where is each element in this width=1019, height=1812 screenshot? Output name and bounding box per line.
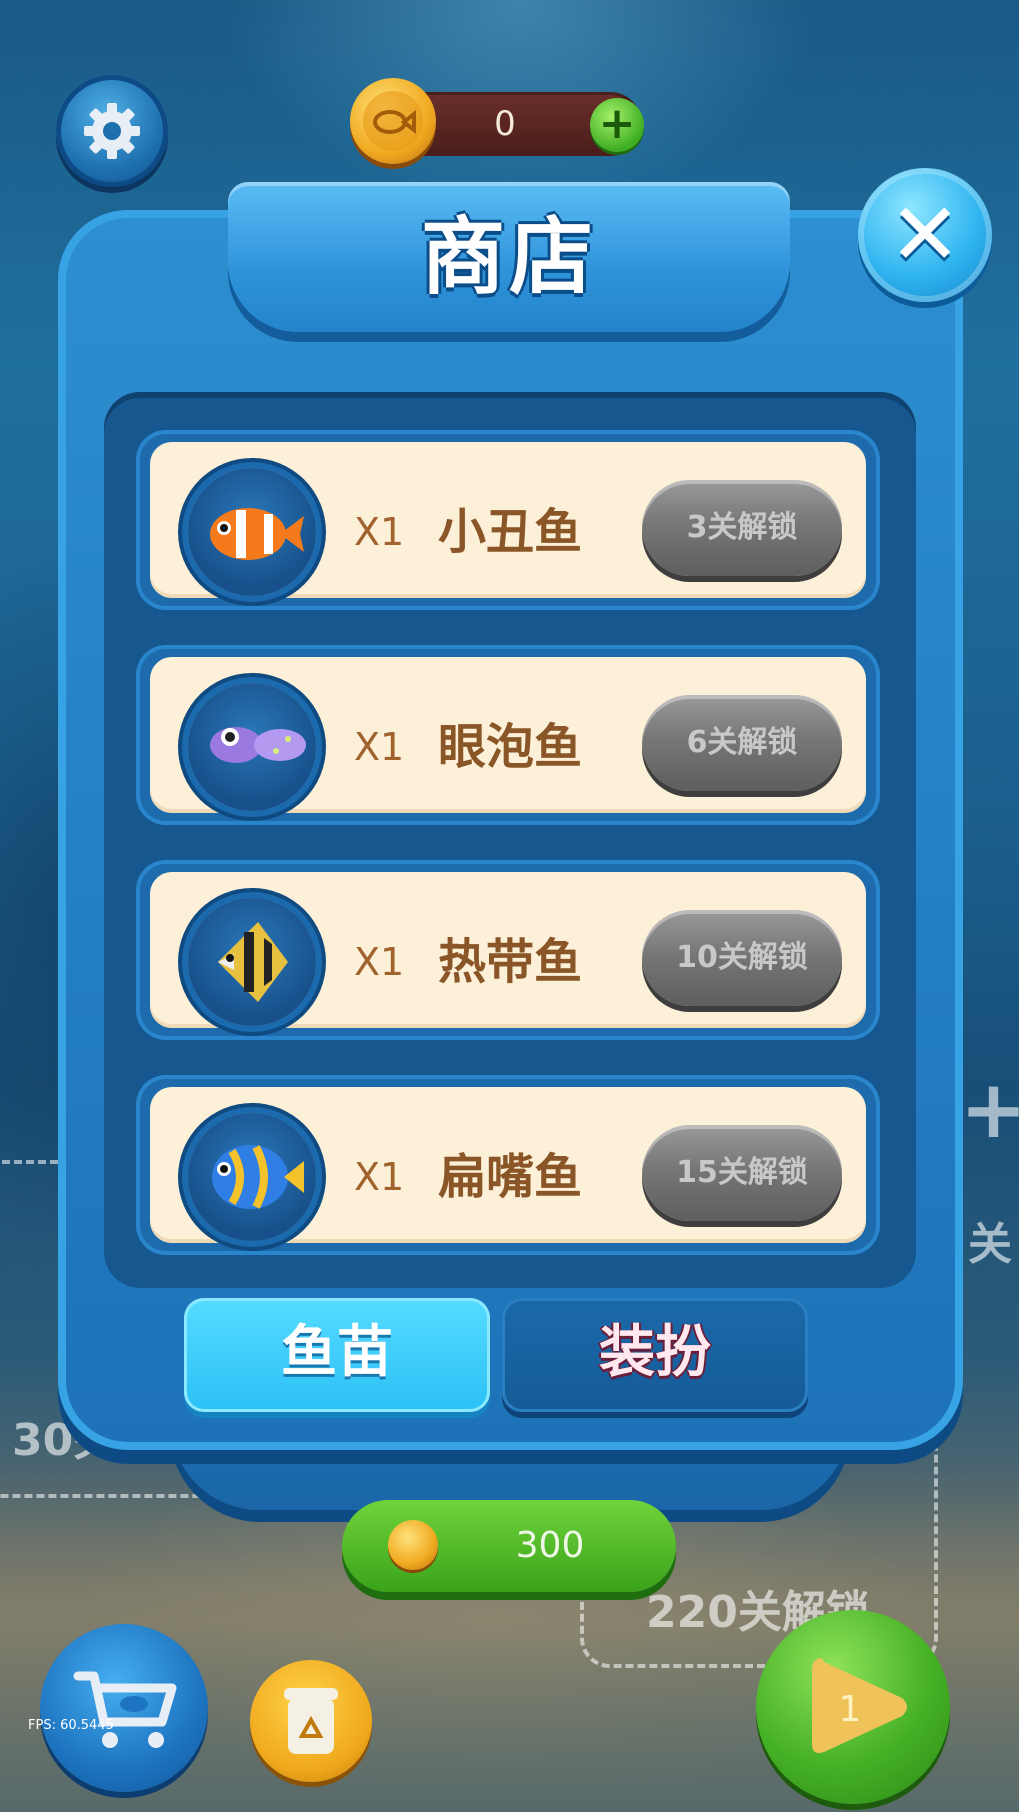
recycle-button[interactable] <box>250 1660 372 1782</box>
fish-coin-icon <box>388 1520 438 1570</box>
tropical-fish-icon <box>188 898 316 1026</box>
item-quantity: X1 <box>354 510 405 554</box>
unlock-label: 10关解锁 <box>676 940 808 975</box>
item-name: 小丑鱼 <box>438 504 583 560</box>
shop-item: X1 眼泡鱼 6关解锁 <box>136 645 880 825</box>
unlock-button[interactable]: 3关解锁 <box>642 480 842 576</box>
unlock-label: 6关解锁 <box>686 725 798 760</box>
price-label: 300 <box>515 1525 585 1566</box>
shop-cart-button[interactable] <box>40 1624 208 1792</box>
unlock-button[interactable]: 10关解锁 <box>642 910 842 1006</box>
coin-count: 0 <box>494 104 516 144</box>
shop-item-card: X1 热带鱼 10关解锁 <box>150 872 866 1028</box>
shop-item: X1 扁嘴鱼 15关解锁 <box>136 1075 880 1255</box>
unlock-label: 15关解锁 <box>676 1155 808 1190</box>
recycle-bin-icon <box>280 1684 342 1758</box>
unlock-button[interactable]: 6关解锁 <box>642 695 842 791</box>
plus-icon: + <box>960 1063 1019 1156</box>
tab-fry[interactable]: 鱼苗 <box>184 1298 490 1412</box>
item-quantity: X1 <box>354 940 405 984</box>
close-button[interactable]: ✕ <box>858 168 992 302</box>
unlock-label: 3关解锁 <box>686 510 798 545</box>
settings-button[interactable] <box>56 75 168 187</box>
tab-decoration[interactable]: 装扮 <box>502 1298 808 1412</box>
fps-counter: FPS: 60.5445 <box>28 1718 114 1733</box>
add-coins-button[interactable]: + <box>590 98 644 152</box>
item-quantity: X1 <box>354 1155 405 1199</box>
shop-item-card: X1 小丑鱼 3关解锁 <box>150 442 866 598</box>
cart-icon <box>70 1664 180 1754</box>
level-number: 1 <box>838 1689 862 1730</box>
close-icon: ✕ <box>888 185 962 285</box>
item-name: 热带鱼 <box>438 934 583 990</box>
shop-item-card: X1 眼泡鱼 6关解锁 <box>150 657 866 813</box>
shop-title: 商店 <box>420 208 597 306</box>
item-name: 扁嘴鱼 <box>438 1149 583 1205</box>
unlock-button[interactable]: 15关解锁 <box>642 1125 842 1221</box>
bubble-eye-fish-icon <box>188 683 316 811</box>
fish-coin-icon <box>350 78 436 164</box>
clownfish-icon <box>188 468 316 596</box>
shop-item: X1 小丑鱼 3关解锁 <box>136 430 880 610</box>
locked-slot-label: 关 <box>968 1219 1012 1270</box>
shop-item-card: X1 扁嘴鱼 15关解锁 <box>150 1087 866 1243</box>
shop-item: X1 热带鱼 10关解锁 <box>136 860 880 1040</box>
gear-icon <box>56 75 168 187</box>
flat-mouth-fish-icon <box>188 1113 316 1241</box>
plus-icon: + <box>598 98 636 149</box>
item-name: 眼泡鱼 <box>438 719 583 775</box>
item-quantity: X1 <box>354 725 405 769</box>
